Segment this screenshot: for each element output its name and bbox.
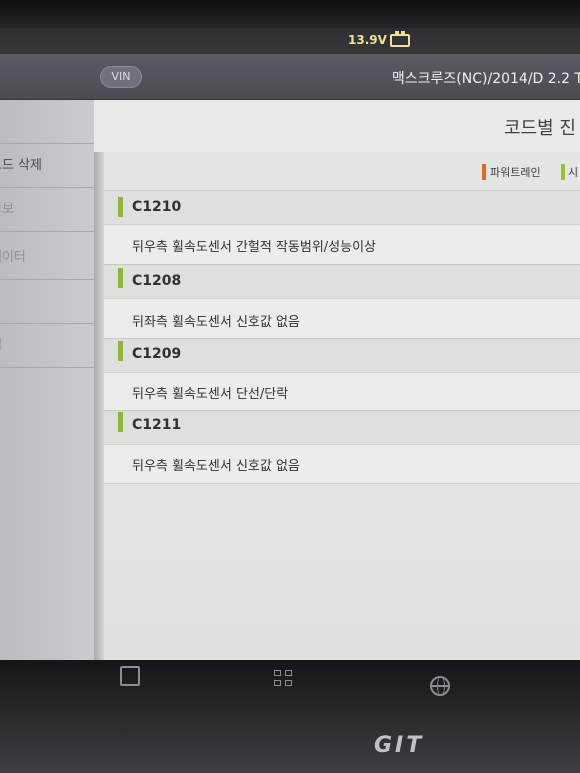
dtc-description: 뒤좌측 휠속도센서 신호값 없음	[132, 315, 300, 330]
dtc-marker	[118, 197, 123, 217]
sidebar-item-label: 색	[0, 338, 2, 353]
vehicle-info: 맥스크루즈(NC)/2014/D 2.2 TC	[391, 71, 580, 87]
brand-logo: GIT	[374, 733, 425, 758]
filter-color-marker	[561, 164, 565, 180]
vin-button[interactable]: VIN	[100, 66, 142, 88]
dtc-description: 뒤우측 휠속도센서 간헐적 작동범위/성능이상	[132, 240, 377, 255]
battery-icon	[390, 31, 410, 47]
dtc-code: C1208	[132, 273, 182, 289]
sidebar-item-blank-2[interactable]	[0, 280, 94, 324]
dtc-marker	[118, 341, 123, 361]
dtc-marker	[118, 412, 123, 432]
dtc-description: 뒤우측 휠속도센서 단선/단락	[132, 387, 289, 402]
globe-icon[interactable]	[430, 676, 450, 696]
sidebar-item-search[interactable]: 색	[0, 324, 94, 368]
sidebar-item-data[interactable]: 데이터	[0, 236, 94, 280]
sidebar-item-label: 코드 삭제	[0, 158, 42, 173]
sidebar-item-label: 데이터	[0, 250, 26, 265]
square-icon[interactable]	[120, 666, 140, 686]
device-bezel-top	[0, 0, 580, 28]
sidebar-item-blank[interactable]	[0, 100, 94, 144]
filter-powertrain[interactable]: 파워트레인	[490, 164, 541, 180]
dtc-code: C1209	[132, 346, 182, 362]
dtc-description: 뒤우측 휠속도센서 신호값 없음	[132, 459, 300, 474]
filter-color-marker	[482, 164, 486, 180]
dtc-marker	[118, 268, 123, 288]
page-title: 코드별 진	[504, 118, 576, 139]
voltage-readout: 13.9V	[348, 33, 387, 47]
sidebar-item-label: 정보	[0, 202, 14, 217]
sidebar-item-info[interactable]: 정보	[0, 188, 94, 232]
filter-second[interactable]: 시	[568, 164, 578, 180]
grid-icon[interactable]	[274, 670, 294, 688]
sidebar-item-clear-codes[interactable]: 코드 삭제	[0, 144, 94, 188]
sidebar-divider	[94, 100, 104, 660]
dtc-code: C1210	[132, 199, 182, 215]
dtc-code: C1211	[132, 417, 182, 433]
status-bar	[0, 28, 580, 54]
